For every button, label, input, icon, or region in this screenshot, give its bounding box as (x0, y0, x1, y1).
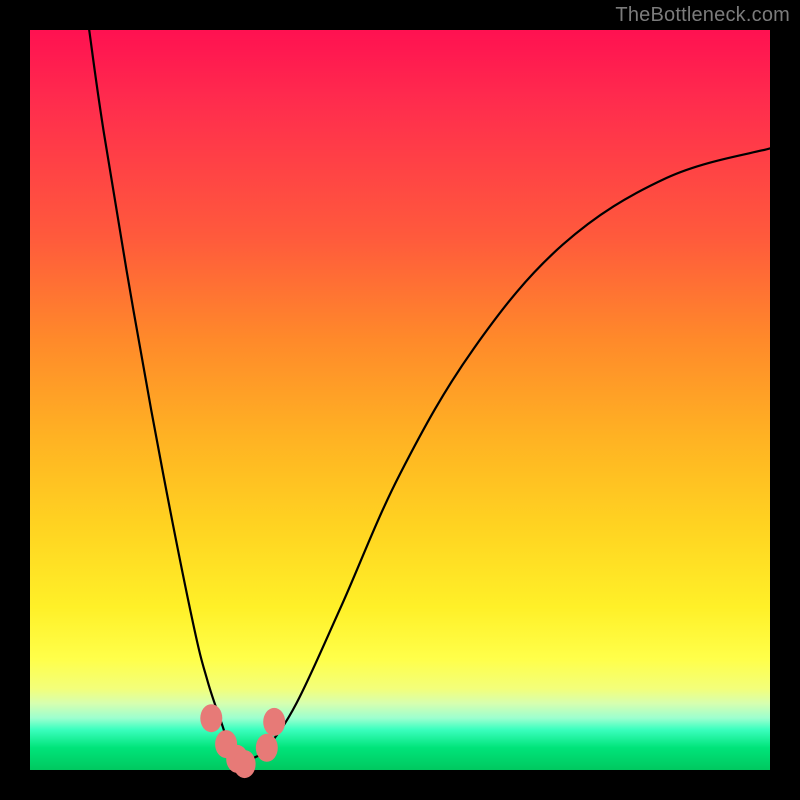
curve-marker (263, 708, 285, 736)
curve-marker (200, 704, 222, 732)
curve-marker (234, 750, 256, 778)
curve-layer (30, 30, 770, 770)
watermark-text: TheBottleneck.com (615, 4, 790, 27)
bottleneck-curve (89, 30, 770, 764)
marker-group (200, 704, 285, 778)
curve-marker (256, 734, 278, 762)
chart-frame: TheBottleneck.com (0, 0, 800, 800)
